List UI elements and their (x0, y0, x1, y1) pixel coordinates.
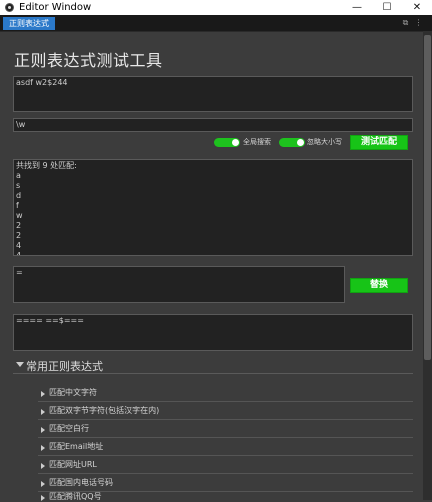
toggle-knob (232, 139, 239, 146)
chevron-right-icon (41, 495, 45, 501)
common-regex-section-title[interactable]: 常用正则表达式 (26, 358, 103, 374)
ignore-case-toggle[interactable] (279, 138, 305, 147)
page-title: 正则表达式测试工具 (14, 51, 163, 70)
tab-strip: 正则表达式 ⧉ ⋮ (0, 15, 432, 32)
test-match-button[interactable]: 测试匹配 (350, 135, 408, 150)
window-title-bar[interactable]: Editor Window — ☐ ✕ (0, 0, 432, 15)
vertical-scrollbar[interactable] (423, 31, 432, 500)
chevron-right-icon (41, 409, 45, 415)
chevron-right-icon (41, 481, 45, 487)
list-item-label: 匹配网址URL (49, 460, 97, 469)
replace-result-area[interactable]: ==== ==$=== (13, 314, 413, 351)
app-logo-icon (5, 3, 14, 12)
chevron-right-icon (41, 427, 45, 433)
chevron-right-icon (41, 391, 45, 397)
list-item-label: 匹配中文字符 (49, 388, 97, 397)
list-item-label: 匹配空白行 (49, 424, 89, 433)
list-item[interactable]: 匹配中文字符 (38, 385, 413, 402)
minimize-button[interactable]: — (342, 0, 372, 15)
list-item-label: 匹配Email地址 (49, 442, 104, 451)
section-divider (13, 373, 413, 374)
maximize-button[interactable]: ☐ (372, 0, 402, 15)
list-item-label: 匹配双字节字符(包括汉字在内) (49, 406, 160, 415)
global-search-toggle[interactable] (214, 138, 240, 147)
list-item[interactable]: 匹配双字节字符(包括汉字在内) (38, 403, 413, 420)
replace-input[interactable]: = (13, 266, 345, 303)
list-item[interactable]: 匹配网址URL (38, 457, 413, 474)
chevron-right-icon (41, 445, 45, 451)
source-text-area[interactable]: asdf w2$244 (13, 76, 413, 112)
window-title: Editor Window (19, 2, 92, 13)
chevron-right-icon (41, 463, 45, 469)
regex-input[interactable]: \w (13, 118, 413, 132)
list-item[interactable]: 匹配空白行 (38, 421, 413, 438)
close-button[interactable]: ✕ (402, 0, 432, 15)
list-item-label: 匹配腾讯QQ号 (49, 492, 102, 501)
menu-icon[interactable]: ⋮ (413, 17, 424, 29)
replace-button[interactable]: 替换 (350, 278, 408, 293)
scrollbar-thumb[interactable] (424, 35, 431, 360)
list-item[interactable]: 匹配腾讯QQ号 (38, 489, 413, 501)
window-restore-icon[interactable]: ⧉ (400, 17, 411, 29)
match-result-area[interactable]: 共找到 9 处匹配: a s d f w 2 2 4 4 (13, 159, 413, 256)
list-item-label: 匹配国内电话号码 (49, 478, 113, 487)
list-item[interactable]: 匹配Email地址 (38, 439, 413, 456)
global-search-label: 全局搜索 (243, 138, 271, 146)
tab-regex[interactable]: 正则表达式 (3, 17, 55, 30)
toggle-knob (297, 139, 304, 146)
chevron-down-icon[interactable] (16, 362, 24, 367)
ignore-case-label: 忽略大小写 (307, 138, 342, 146)
